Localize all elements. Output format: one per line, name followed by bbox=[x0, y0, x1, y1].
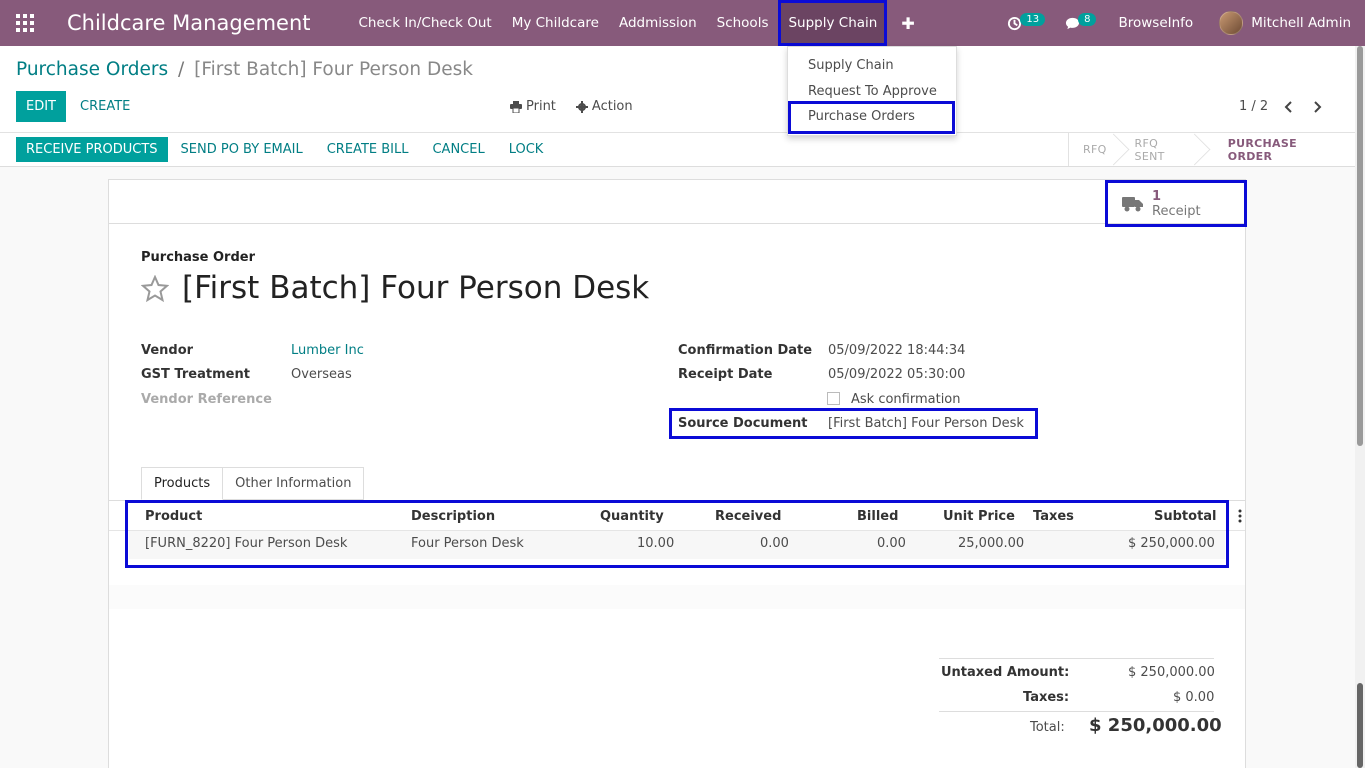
scroll-thumb[interactable] bbox=[1357, 46, 1363, 446]
taxes-value: $ 0.00 bbox=[1173, 690, 1215, 705]
print-button[interactable]: Print bbox=[510, 99, 556, 114]
main-menu: Check In/Check Out My Childcare Addmissi… bbox=[349, 0, 929, 46]
user-menu[interactable]: Mitchell Admin bbox=[1205, 11, 1351, 35]
menu-my-childcare[interactable]: My Childcare bbox=[502, 0, 609, 46]
untaxed-amount-label: Untaxed Amount: bbox=[941, 665, 1070, 680]
supply-chain-dropdown: Supply Chain Request To Approve Purchase… bbox=[787, 46, 957, 136]
receipt-count: 1 bbox=[1152, 188, 1162, 204]
create-bill-button[interactable]: CREATE BILL bbox=[316, 137, 420, 162]
total-label: Total: bbox=[1030, 720, 1065, 735]
print-icon bbox=[510, 100, 522, 113]
messages-icon[interactable]: 8 bbox=[1055, 0, 1106, 46]
pager: 1 / 2 bbox=[1239, 91, 1324, 122]
stage-rfq: RFQ bbox=[1069, 133, 1121, 166]
statusbar-buttons: RECEIVE PRODUCTS SEND PO BY EMAIL CREATE… bbox=[16, 137, 554, 162]
vendor-value[interactable]: Lumber Inc bbox=[291, 343, 364, 358]
systray: 13 8 BrowseInfo Mitchell Admin bbox=[997, 0, 1365, 46]
receipt-smart-button[interactable]: 1 Receipt bbox=[1105, 180, 1247, 227]
source-document-highlight bbox=[669, 408, 1038, 439]
menu-supply-chain[interactable]: Supply Chain bbox=[778, 0, 888, 46]
action-menus: Print Action bbox=[510, 91, 653, 122]
menu-check-in-out[interactable]: Check In/Check Out bbox=[349, 0, 502, 46]
order-lines-highlight bbox=[125, 500, 1229, 568]
activities-badge: 13 bbox=[1020, 12, 1046, 26]
smart-button-box bbox=[109, 180, 1245, 224]
pager-next-icon[interactable] bbox=[1310, 100, 1324, 114]
action-button[interactable]: Action bbox=[575, 99, 633, 114]
more-menu-plus-icon[interactable]: ✚ bbox=[887, 0, 928, 46]
page-title: [First Batch] Four Person Desk bbox=[182, 270, 650, 306]
tab-other-information[interactable]: Other Information bbox=[223, 467, 365, 500]
breadcrumb-purchase-orders[interactable]: Purchase Orders bbox=[16, 59, 168, 80]
notebook-tabs: Products Other Information bbox=[141, 467, 365, 500]
receipt-label: Receipt bbox=[1152, 203, 1201, 219]
create-button[interactable]: CREATE bbox=[80, 91, 130, 122]
breadcrumb: Purchase Orders / [First Batch] Four Per… bbox=[16, 59, 473, 80]
tab-products[interactable]: Products bbox=[141, 467, 224, 500]
gst-treatment-value: Overseas bbox=[291, 367, 352, 382]
untaxed-amount-value: $ 250,000.00 bbox=[1128, 665, 1215, 680]
optional-columns-icon[interactable] bbox=[1238, 509, 1242, 523]
pager-previous-icon[interactable] bbox=[1282, 100, 1296, 114]
avatar bbox=[1219, 11, 1244, 35]
star-icon[interactable] bbox=[141, 275, 169, 303]
vendor-label: Vendor bbox=[141, 343, 194, 358]
gst-treatment-label: GST Treatment bbox=[141, 367, 250, 382]
form-sheet: 1 Receipt Purchase Order [First Batch] F… bbox=[108, 179, 1247, 768]
totals-top-divider bbox=[939, 658, 1214, 659]
activities-icon[interactable]: 13 bbox=[997, 0, 1055, 46]
vendor-reference-label: Vendor Reference bbox=[141, 392, 272, 407]
ask-confirmation-label: Ask confirmation bbox=[851, 392, 961, 407]
breadcrumb-current: [First Batch] Four Person Desk bbox=[194, 59, 473, 80]
pager-value[interactable]: 1 / 2 bbox=[1239, 99, 1268, 114]
scrollbar[interactable] bbox=[1355, 46, 1365, 768]
menu-addmission[interactable]: Addmission bbox=[609, 0, 707, 46]
confirmation-date-value: 05/09/2022 18:44:34 bbox=[828, 343, 966, 358]
receive-products-button[interactable]: RECEIVE PRODUCTS bbox=[16, 137, 168, 162]
lock-button[interactable]: LOCK bbox=[498, 137, 555, 162]
gear-icon bbox=[575, 100, 588, 113]
cancel-button[interactable]: CANCEL bbox=[421, 137, 495, 162]
breadcrumb-separator: / bbox=[178, 59, 185, 80]
control-panel: Purchase Orders / [First Batch] Four Per… bbox=[0, 46, 1355, 167]
action-label: Action bbox=[591, 99, 633, 114]
stage-purchase-order: PURCHASE ORDER bbox=[1227, 136, 1297, 163]
total-value: $ 250,000.00 bbox=[1089, 715, 1222, 736]
edit-button[interactable]: EDIT bbox=[16, 91, 66, 122]
truck-icon bbox=[1122, 196, 1143, 211]
menu-schools[interactable]: Schools bbox=[707, 0, 779, 46]
messages-badge: 8 bbox=[1078, 12, 1097, 26]
totals-divider bbox=[939, 711, 1214, 712]
send-po-email-button[interactable]: SEND PO BY EMAIL bbox=[170, 137, 314, 162]
receipt-date-value: 05/09/2022 05:30:00 bbox=[828, 367, 966, 382]
purchase-orders-highlight bbox=[788, 101, 955, 134]
document-type-label: Purchase Order bbox=[141, 250, 256, 265]
empty-table-row bbox=[109, 585, 1245, 609]
scroll-thumb-lower[interactable] bbox=[1357, 683, 1363, 768]
company-switcher[interactable]: BrowseInfo bbox=[1106, 15, 1205, 31]
confirmation-date-label: Confirmation Date bbox=[678, 343, 813, 358]
ask-confirmation-checkbox[interactable] bbox=[827, 392, 840, 405]
apps-menu-icon[interactable] bbox=[0, 0, 50, 46]
top-navbar: Childcare Management Check In/Check Out … bbox=[0, 0, 1365, 46]
taxes-label: Taxes: bbox=[1023, 690, 1070, 705]
status-stages: RFQ RFQ SENT PURCHASE ORDER bbox=[1068, 133, 1355, 166]
app-brand[interactable]: Childcare Management bbox=[67, 11, 311, 35]
user-name: Mitchell Admin bbox=[1251, 15, 1351, 31]
receipt-date-label: Receipt Date bbox=[678, 367, 773, 382]
stage-rfq-sent: RFQ SENT bbox=[1121, 133, 1202, 166]
dropdown-item-supply-chain[interactable]: Supply Chain bbox=[808, 58, 894, 73]
dropdown-item-request-to-approve[interactable]: Request To Approve bbox=[808, 84, 937, 99]
print-label: Print bbox=[526, 99, 556, 114]
